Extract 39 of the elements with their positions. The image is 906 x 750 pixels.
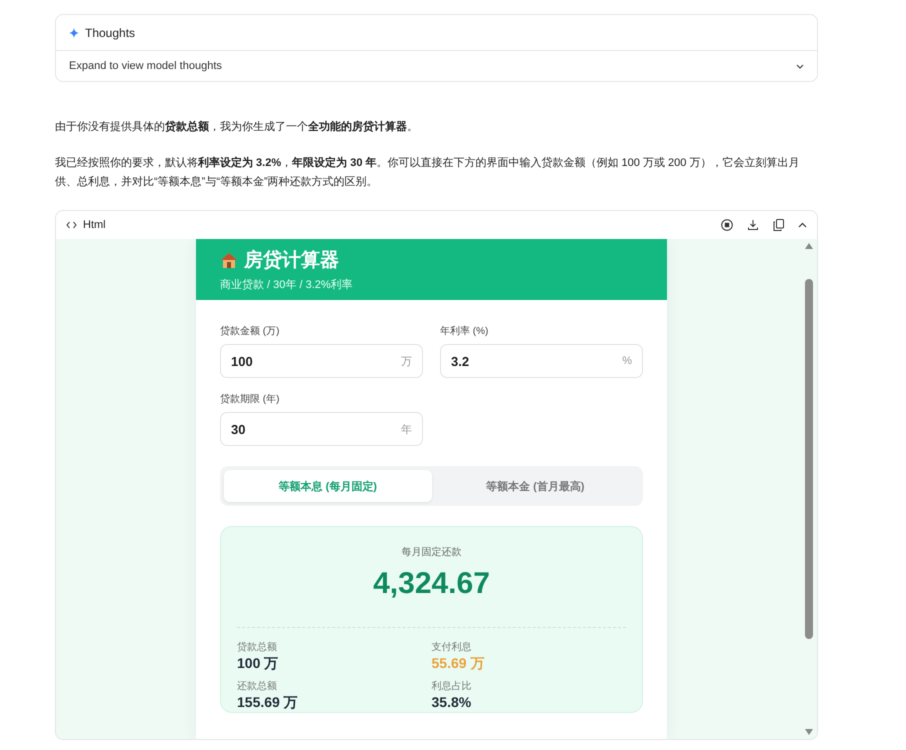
paragraph: 由于你没有提供具体的贷款总额，我为你生成了一个全功能的房贷计算器。 [55, 120, 419, 135]
copy-icon[interactable] [773, 219, 784, 231]
input-field[interactable]: 100 万 [220, 344, 423, 378]
chevron-icon [796, 64, 804, 68]
download-icon[interactable] [747, 219, 759, 231]
calculator-title: 房贷计算器 [244, 248, 339, 273]
thoughts-title: Thoughts [85, 26, 136, 40]
house-icon [220, 252, 238, 268]
scroll-down-icon[interactable] [805, 729, 813, 735]
stat-label: 贷款总额 [237, 640, 278, 654]
input-field[interactable]: 3.2 % [440, 344, 643, 378]
expand-label: Expand to view model thoughts [69, 60, 222, 72]
paragraph: 我已经按照你的要求，默认将利率设定为 3.2%，年限设定为 30 年。你可以直接在下方的界面中输入贷款金额（例如 100 万或 200 万），它会立刻算出月供、总利息，并对比“等额本息”与“等额本金”两种还款方式的区别。 [55, 156, 800, 190]
stat-value: 55.69 万 [432, 655, 486, 673]
stop-icon[interactable] [721, 219, 733, 231]
panel-title: Html [83, 219, 106, 231]
sparkle-icon [69, 28, 79, 38]
field-label: 年利率 (%) [440, 324, 490, 338]
result-label: 每月固定还款 [400, 546, 462, 559]
stat-value: 100 万 [237, 655, 280, 673]
input-field[interactable]: 30 年 [220, 412, 423, 446]
unit-label: 年 [401, 422, 412, 436]
monthly-amount: 4,324.67 [372, 567, 491, 601]
mode-tab[interactable]: 等额本金 (首月最高) [432, 470, 639, 502]
stat-value: 35.8% [432, 694, 472, 710]
stat-label: 还款总额 [237, 680, 278, 693]
scroll-up-icon[interactable] [805, 243, 813, 249]
field-label: 贷款期限 (年) [220, 392, 280, 406]
unit-label: 万 [401, 354, 412, 368]
stat-label: 支付利息 [432, 640, 472, 654]
code-icon [66, 221, 77, 229]
expand-thoughts-row[interactable]: Expand to view model thoughts [56, 51, 817, 81]
calculator-subtitle: 商业贷款 / 30年 / 3.2%利率 [220, 278, 354, 292]
stat-label: 利息占比 [432, 680, 472, 693]
scrollbar-thumb[interactable] [805, 279, 813, 639]
unit-label: % [622, 355, 632, 367]
collapse-icon[interactable] [798, 222, 807, 228]
stat-value: 155.69 万 [237, 694, 299, 712]
field-label: 贷款金额 (万) [220, 324, 280, 338]
